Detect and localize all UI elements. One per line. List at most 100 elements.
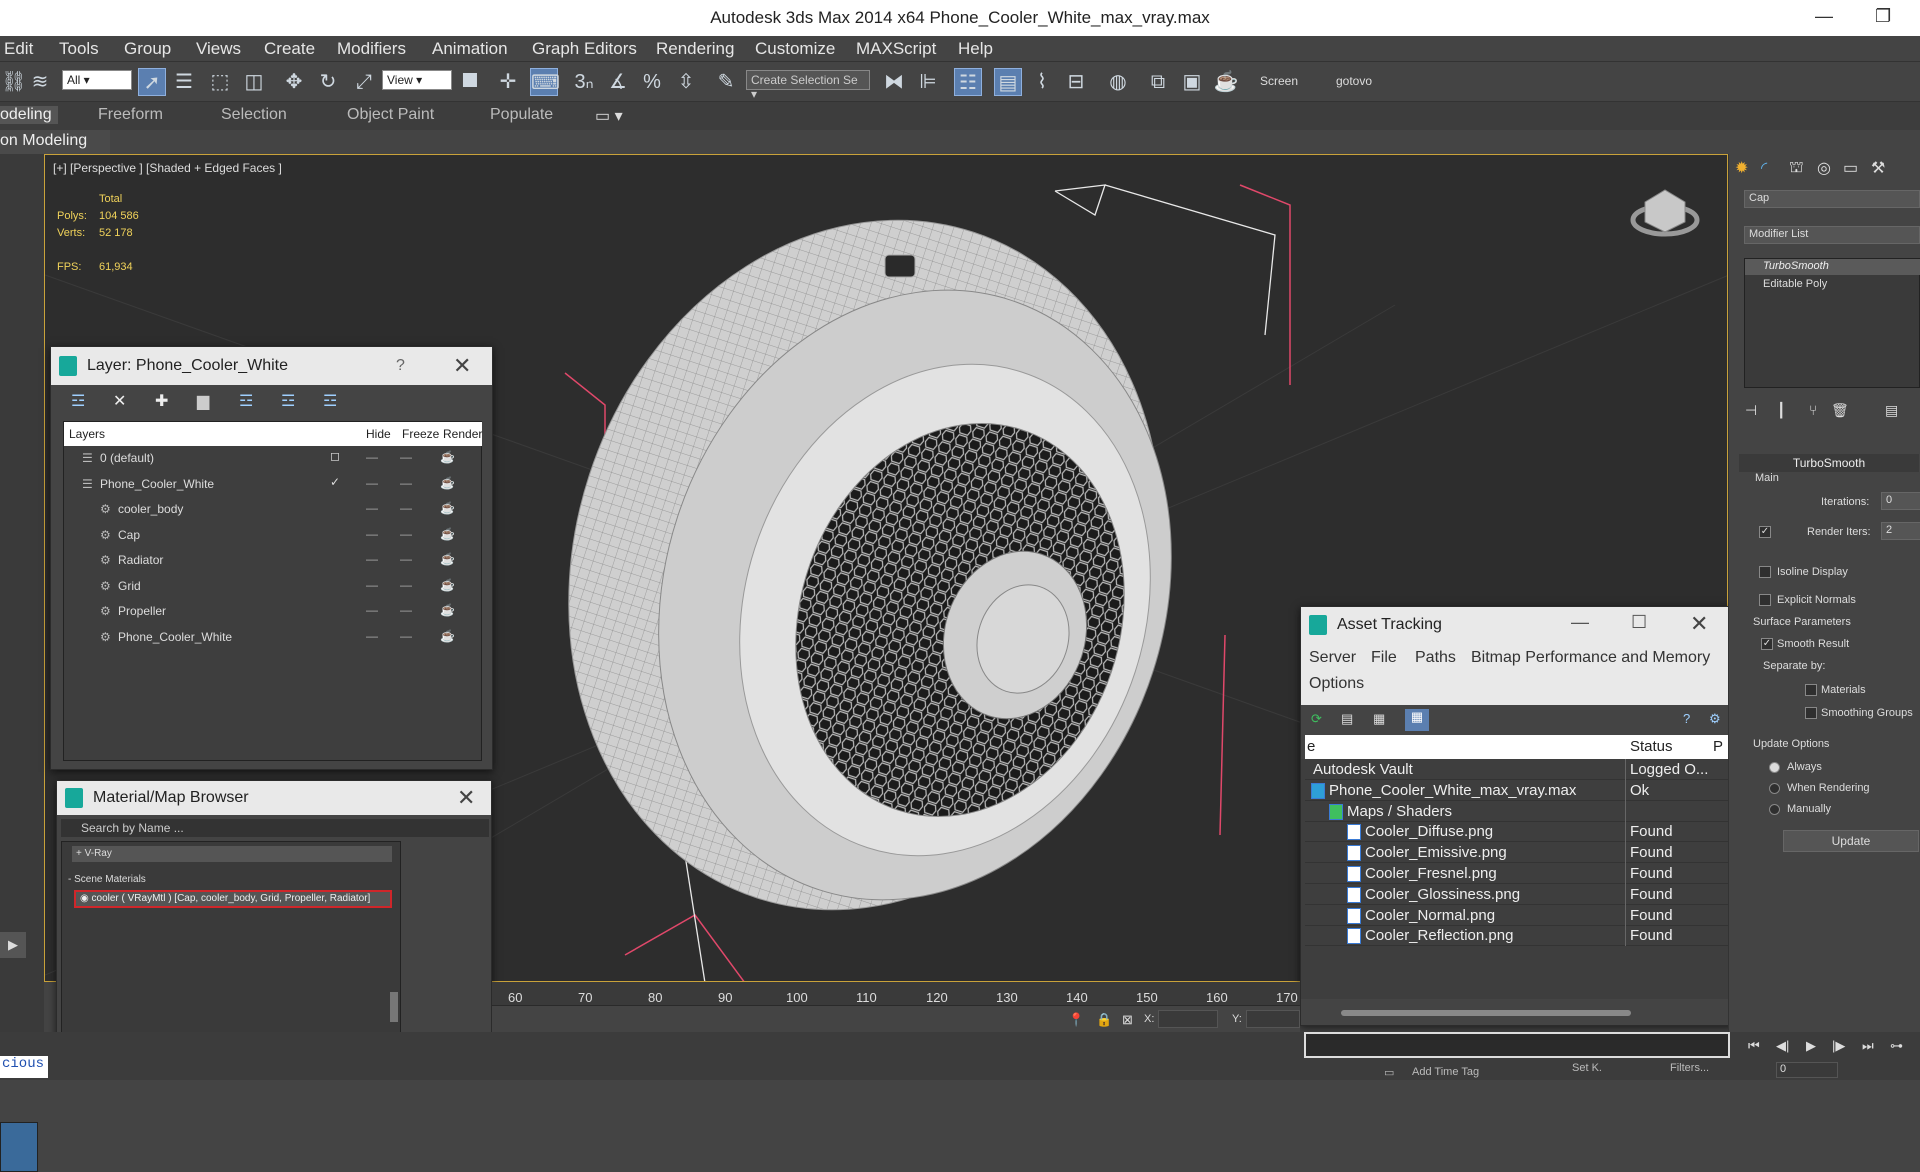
materials-checkbox[interactable] <box>1805 684 1817 696</box>
add-time-tag[interactable]: Add Time Tag <box>1412 1066 1479 1078</box>
close-icon[interactable]: ✕ <box>1690 611 1708 637</box>
window-crossing-icon[interactable]: ◫ <box>240 68 268 96</box>
freeze-toggle[interactable]: — <box>400 450 412 464</box>
asset-row[interactable]: Autodesk Vault Logged O... <box>1305 759 1729 780</box>
angle-snap-icon[interactable]: ∡ <box>604 68 632 96</box>
smooth-result-checkbox[interactable]: ✓ <box>1761 638 1773 650</box>
layer-row[interactable]: ⚙ Phone_Cooler_White — — ☕ <box>64 625 482 650</box>
col-status[interactable]: Status <box>1630 738 1673 755</box>
search-input[interactable]: Search by Name ... <box>61 819 489 837</box>
pivot-icon[interactable]: ⯀ <box>456 68 484 96</box>
play-icon[interactable]: ▶ <box>1806 1038 1816 1054</box>
table-view-icon[interactable]: ▦ <box>1405 709 1429 731</box>
menu-group[interactable]: Group <box>124 39 171 59</box>
layer-row[interactable]: ⚙ cooler_body — — ☕ <box>64 497 482 522</box>
current-layer-check-icon[interactable]: ✓ <box>330 475 340 489</box>
freeze-toggle[interactable]: — <box>400 501 412 515</box>
display-tab-icon[interactable]: ▭ <box>1843 158 1858 178</box>
maximize-icon[interactable]: ☐ <box>1631 612 1647 633</box>
when-rendering-radio[interactable] <box>1769 783 1780 794</box>
gotovo-label[interactable]: gotovo <box>1336 74 1372 88</box>
col-hide[interactable]: Hide <box>366 427 391 441</box>
remove-modifier-icon[interactable]: 🗑 <box>1831 402 1849 419</box>
menu-paths[interactable]: Paths <box>1415 649 1456 667</box>
reference-coord-dropdown[interactable]: View ▾ <box>382 70 452 90</box>
layer-row[interactable]: ⚙ Propeller — — ☕ <box>64 599 482 624</box>
stack-item-turbosmooth[interactable]: TurboSmooth <box>1745 259 1920 275</box>
tab-populate[interactable]: Populate <box>490 106 553 124</box>
freeze-toggle[interactable]: — <box>400 603 412 617</box>
stack-item-editable-poly[interactable]: Editable Poly <box>1745 277 1920 293</box>
key-filters-button[interactable]: Filters... <box>1670 1062 1709 1074</box>
create-tab-icon[interactable]: ✹ <box>1735 158 1748 178</box>
asset-row[interactable]: Cooler_Glossiness.png Found <box>1305 883 1729 905</box>
render-teapot-icon[interactable]: ☕ <box>440 450 455 464</box>
edit-named-selection-icon[interactable]: ✎ <box>712 68 740 96</box>
menu-rendering[interactable]: Rendering <box>656 39 734 59</box>
absolute-mode-icon[interactable]: ⊠ <box>1122 1012 1133 1028</box>
render-teapot-icon[interactable]: ☕ <box>440 578 455 592</box>
turbosmooth-rollout[interactable]: TurboSmooth <box>1739 454 1919 472</box>
render-teapot-icon[interactable]: ☕ <box>440 501 455 515</box>
menu-bitmap-performance[interactable]: Bitmap Performance and Memory <box>1471 649 1710 667</box>
ribbon-subtab[interactable]: on Modeling <box>0 130 110 154</box>
screen-label[interactable]: Screen <box>1260 74 1298 88</box>
current-layer-box-icon[interactable]: ◻ <box>330 449 340 463</box>
layer-row[interactable]: ⚙ Grid — — ☕ <box>64 574 482 599</box>
make-unique-icon[interactable]: ⑂ <box>1809 402 1817 418</box>
close-icon[interactable]: ✕ <box>453 353 471 379</box>
align-icon[interactable]: ⊫ <box>914 68 942 96</box>
menu-options[interactable]: Options <box>1309 675 1364 693</box>
motion-tab-icon[interactable]: ◎ <box>1817 158 1831 178</box>
select-manipulate-icon[interactable]: ✛ <box>494 68 522 96</box>
render-teapot-icon[interactable]: ☕ <box>440 476 455 490</box>
rect-selection-icon[interactable]: ⬚ <box>206 68 234 96</box>
detail-view-icon[interactable]: ▦ <box>1373 711 1385 727</box>
timeline-ruler[interactable]: 60 70 80 90 100 110 120 130 140 150 160 … <box>492 982 1300 1032</box>
group-vray[interactable]: + V-Ray <box>72 846 392 862</box>
freeze-toggle[interactable]: — <box>400 476 412 490</box>
snaps-toggle-icon[interactable]: 3ₙ <box>570 68 598 96</box>
restore-icon[interactable]: ❐ <box>1875 6 1891 27</box>
hide-toggle[interactable]: — <box>366 501 378 515</box>
modifier-list-dropdown[interactable]: Modifier List <box>1744 226 1920 244</box>
layer-row[interactable]: ⚙ Cap — — ☕ <box>64 523 482 548</box>
col-render[interactable]: Render <box>443 427 482 441</box>
go-to-start-icon[interactable]: ⏮ <box>1748 1038 1760 1054</box>
always-radio[interactable] <box>1769 762 1780 773</box>
create-layer-icon[interactable]: ☲ <box>71 391 85 411</box>
hide-toggle[interactable]: — <box>366 603 378 617</box>
tab-freeform[interactable]: Freeform <box>98 106 163 124</box>
mirror-icon[interactable]: ⧓ <box>880 68 908 96</box>
select-in-layer-icon[interactable]: ▆ <box>197 391 209 411</box>
help-icon[interactable]: ? <box>396 357 405 375</box>
menu-edit[interactable]: Edit <box>4 39 33 59</box>
asset-row[interactable]: Phone_Cooler_White_max_vray.max Ok <box>1305 779 1729 801</box>
minimize-icon[interactable]: — <box>1815 6 1833 27</box>
percent-snap-icon[interactable]: % <box>638 68 666 96</box>
menu-maxscript[interactable]: MAXScript <box>856 39 936 59</box>
next-frame-icon[interactable]: |▶ <box>1832 1038 1845 1054</box>
rendered-frame-icon[interactable]: ▣ <box>1178 68 1206 96</box>
freeze-toggle[interactable]: — <box>400 629 412 643</box>
play-icon[interactable]: ▶ <box>0 932 26 958</box>
material-editor-icon[interactable]: ◍ <box>1104 68 1132 96</box>
highlight-layer-icon[interactable]: ☲ <box>239 391 253 411</box>
freeze-toggle[interactable]: — <box>400 527 412 541</box>
render-setup-icon[interactable]: ⧉ <box>1144 68 1172 96</box>
material-window-titlebar[interactable]: Material/Map Browser ✕ <box>57 781 491 815</box>
select-by-name-icon[interactable]: ☰ <box>170 68 198 96</box>
asset-row[interactable]: Maps / Shaders <box>1305 800 1729 822</box>
menu-views[interactable]: Views <box>196 39 241 59</box>
delete-layer-icon[interactable]: ✕ <box>113 391 126 411</box>
add-to-layer-icon[interactable]: ✚ <box>155 391 168 411</box>
current-frame-field[interactable]: 0 <box>1776 1062 1838 1078</box>
layer-row[interactable]: ☰ Phone_Cooler_White ✓ — — ☕ <box>64 472 482 497</box>
refresh-icon[interactable]: ⟳ <box>1311 711 1322 727</box>
asset-row[interactable]: Cooler_Normal.png Found <box>1305 904 1729 926</box>
iterations-spinner[interactable]: 0 <box>1881 492 1920 510</box>
spinner-snap-icon[interactable]: ⇳ <box>672 68 700 96</box>
col-layers[interactable]: Layers <box>69 427 105 441</box>
hide-toggle[interactable]: — <box>366 578 378 592</box>
hierarchy-tab-icon[interactable]: ⛫ <box>1789 158 1804 178</box>
